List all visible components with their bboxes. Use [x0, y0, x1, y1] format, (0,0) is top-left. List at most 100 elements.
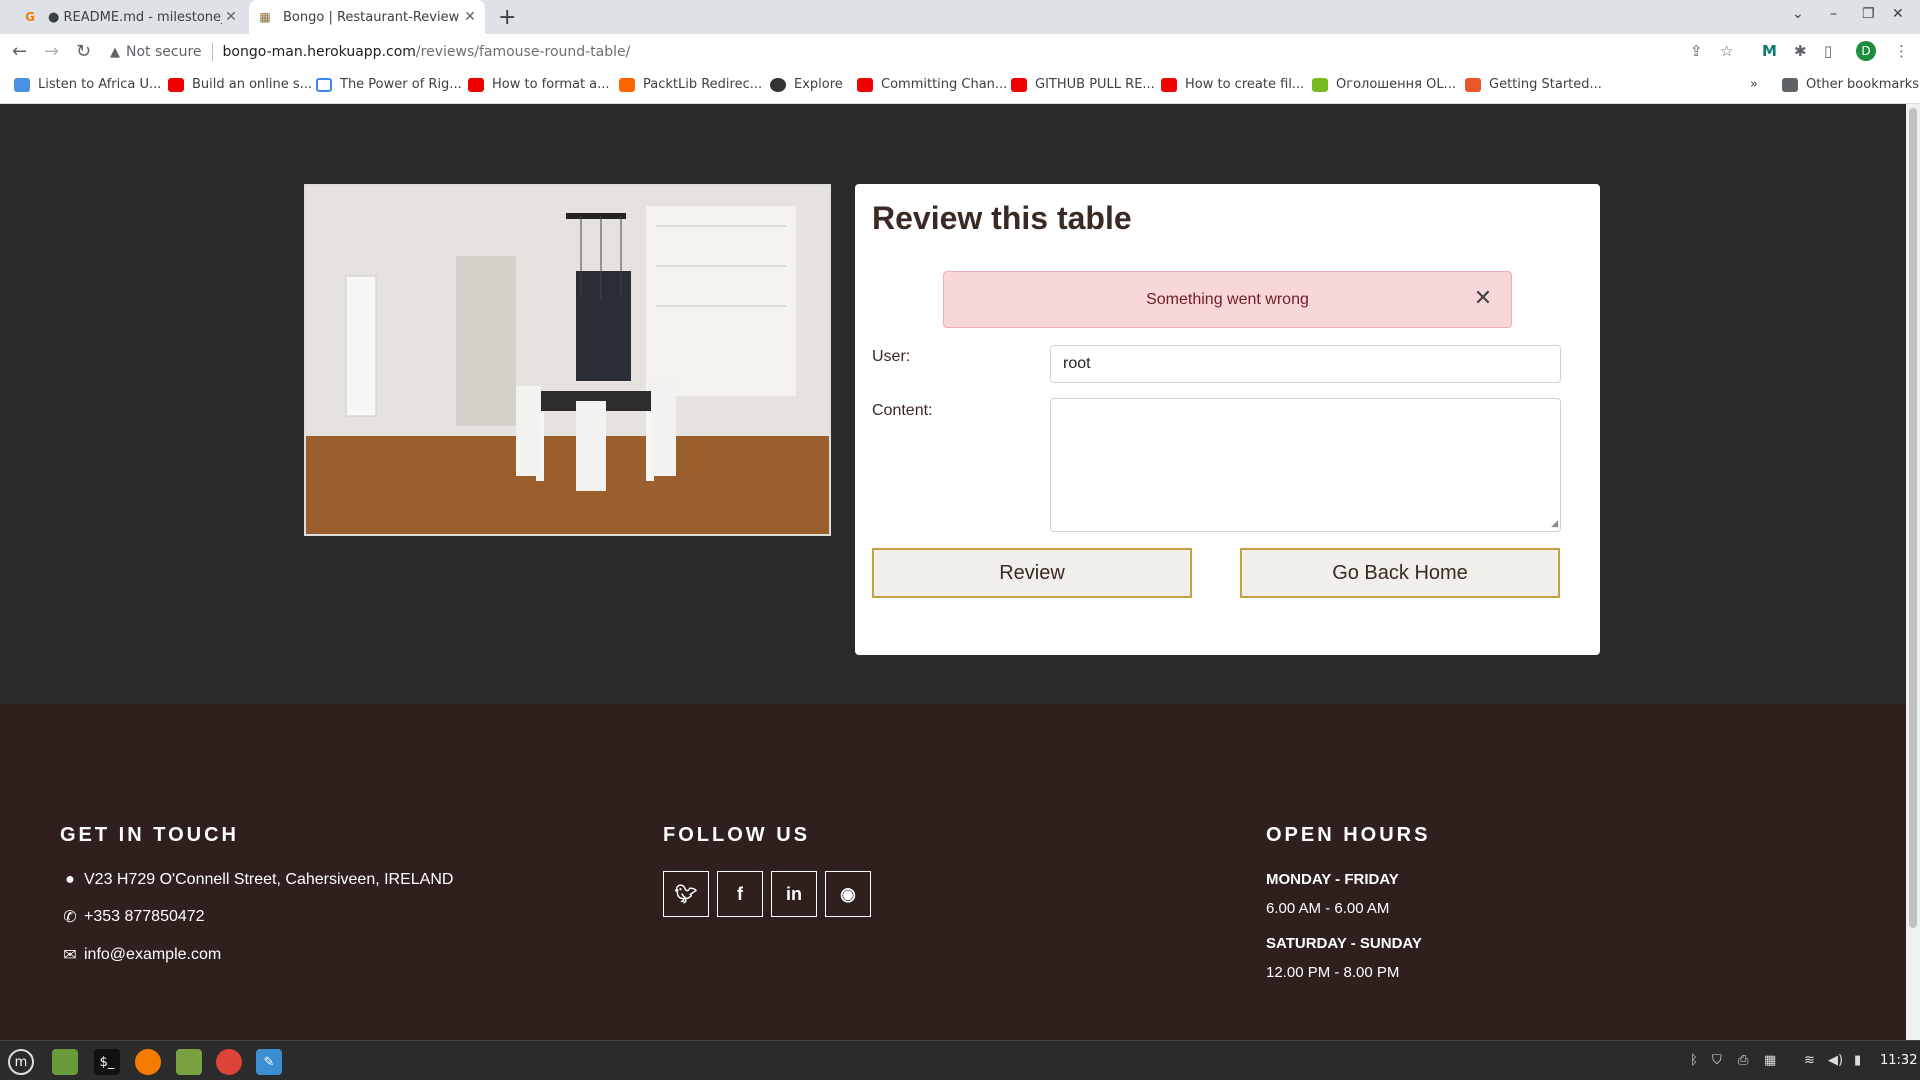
- printer-icon[interactable]: ⎙: [1738, 1053, 1748, 1068]
- bookmark-item[interactable]: Listen to Africa U...: [14, 77, 161, 92]
- bookmark-item[interactable]: Explore: [770, 77, 843, 92]
- side-panel-icon[interactable]: ▯: [1824, 42, 1832, 60]
- go-back-home-button[interactable]: Go Back Home: [1240, 548, 1560, 598]
- bookmark-item[interactable]: How to format a...: [468, 77, 610, 92]
- warning-icon: ▲: [110, 44, 120, 60]
- phone-text: +353 877850472: [84, 908, 205, 925]
- reload-icon[interactable]: ↻: [76, 41, 91, 62]
- bookmark-item[interactable]: How to create fil...: [1161, 77, 1304, 92]
- content-textarea[interactable]: ◢: [1050, 398, 1561, 532]
- files-icon[interactable]: [176, 1049, 202, 1075]
- close-icon[interactable]: ✕: [1471, 285, 1495, 310]
- dining-room-image: [306, 186, 829, 534]
- extensions-puzzle-icon[interactable]: ✱: [1794, 42, 1807, 60]
- bookmark-label: Listen to Africa U...: [38, 77, 162, 92]
- user-field[interactable]: root: [1050, 345, 1561, 383]
- site-footer: GET IN TOUCH ● V23 H729 O'Connell Street…: [0, 704, 1906, 1040]
- clock[interactable]: 11:32: [1880, 1053, 1917, 1068]
- scrollbar-thumb[interactable]: [1909, 108, 1917, 928]
- review-card: Review this table Something went wrong ✕…: [855, 184, 1600, 655]
- phone-icon: ✆: [63, 909, 77, 926]
- user-value: root: [1063, 355, 1091, 372]
- battery-icon[interactable]: ▮: [1854, 1053, 1861, 1068]
- site-favicon-icon: ▦: [259, 10, 271, 24]
- volume-icon[interactable]: ◀): [1828, 1053, 1843, 1068]
- bookmark-item[interactable]: Committing Chan...: [857, 77, 1007, 92]
- error-alert: Something went wrong ✕: [943, 271, 1512, 328]
- contact-heading: GET IN TOUCH: [60, 824, 239, 846]
- tab-search-icon[interactable]: ⌄: [1792, 6, 1804, 22]
- youtube-icon: [468, 77, 484, 92]
- close-window-icon[interactable]: ✕: [1892, 6, 1904, 22]
- bookmark-item[interactable]: Build an online s...: [168, 77, 312, 92]
- bookmark-label: PacktLib Redirec...: [643, 77, 763, 92]
- menu-icon[interactable]: ⋮: [1894, 42, 1909, 60]
- content-label: Content:: [872, 402, 933, 419]
- bookmark-label: GITHUB PULL RE...: [1035, 77, 1155, 92]
- bookmark-label: The Power of Rig...: [340, 77, 462, 92]
- terminal-icon[interactable]: $_: [94, 1049, 120, 1075]
- email-line: ✉ info@example.com: [60, 945, 453, 965]
- bookmark-label: How to create fil...: [1185, 77, 1305, 92]
- bluetooth-icon[interactable]: ᛒ: [1690, 1053, 1698, 1068]
- user-label: User:: [872, 348, 911, 365]
- extension-icon[interactable]: M: [1762, 42, 1777, 60]
- close-tab-icon[interactable]: ✕: [461, 9, 479, 25]
- tab-bongo[interactable]: ▦ Bongo | Restaurant-Review ✕: [249, 0, 485, 34]
- tab-title: Bongo | Restaurant-Review: [283, 9, 460, 25]
- bookmark-label: Explore: [794, 77, 843, 92]
- address-bar[interactable]: ▲ Not secure bongo-man.herokuapp.com /re…: [110, 37, 1830, 67]
- desktop-icon[interactable]: [52, 1049, 78, 1075]
- close-tab-icon[interactable]: ✕: [222, 9, 240, 25]
- facebook-icon[interactable]: f: [717, 871, 763, 917]
- table-photo: [304, 184, 831, 536]
- new-tab-icon[interactable]: +: [498, 5, 516, 30]
- menu-start-icon[interactable]: m: [8, 1049, 34, 1075]
- more-bookmarks-icon[interactable]: »: [1750, 77, 1758, 92]
- twitter-icon[interactable]: 🐦︎: [663, 871, 709, 917]
- keyboard-layout-flag-icon[interactable]: ▦: [1764, 1053, 1776, 1068]
- bookmark-item[interactable]: Оголошення OL...: [1312, 77, 1456, 92]
- globe-icon: [770, 77, 786, 92]
- bookmark-favicon-icon: [14, 77, 30, 92]
- linkedin-icon[interactable]: in: [771, 871, 817, 917]
- profile-avatar[interactable]: D: [1856, 41, 1876, 61]
- bookmark-item[interactable]: PacktLib Redirec...: [619, 77, 762, 92]
- bookmark-star-icon[interactable]: ☆: [1720, 42, 1733, 60]
- gitpod-icon: G: [25, 10, 35, 24]
- address-line: ● V23 H729 O'Connell Street, Cahersiveen…: [60, 871, 453, 889]
- other-bookmarks[interactable]: Other bookmarks: [1782, 77, 1919, 92]
- folder-icon: [1782, 77, 1798, 92]
- tab-strip: G ● README.md - milestone_pr ✕ ▦ Bongo |…: [0, 0, 1920, 34]
- bookmark-item[interactable]: GITHUB PULL RE...: [1011, 77, 1155, 92]
- social-links: 🐦︎ f in ◉: [663, 871, 871, 917]
- shield-icon[interactable]: ⛉: [1712, 1053, 1722, 1068]
- tab-readme[interactable]: G ● README.md - milestone_pr ✕: [14, 0, 246, 34]
- wifi-icon[interactable]: ≋: [1804, 1053, 1815, 1068]
- bookmarks-bar: Listen to Africa U... Build an online s.…: [0, 70, 1920, 104]
- bookmark-item[interactable]: Getting Started...: [1465, 77, 1602, 92]
- back-icon[interactable]: ←: [12, 41, 27, 62]
- url-host: bongo-man.herokuapp.com: [222, 44, 416, 60]
- chrome-icon[interactable]: [216, 1049, 242, 1075]
- minimize-icon[interactable]: –: [1830, 6, 1837, 22]
- forward-icon[interactable]: →: [44, 41, 59, 62]
- security-status: Not secure: [126, 44, 202, 60]
- github-icon[interactable]: ◉: [825, 871, 871, 917]
- resize-handle-icon[interactable]: ◢: [1551, 519, 1558, 529]
- tab-title: ● README.md - milestone_pr: [48, 9, 222, 25]
- share-icon[interactable]: ⇪: [1690, 42, 1703, 60]
- weekday-label: MONDAY - FRIDAY: [1266, 871, 1399, 888]
- maximize-icon[interactable]: ❐: [1862, 6, 1875, 22]
- bookmark-label: Getting Started...: [1489, 77, 1602, 92]
- youtube-icon: [1011, 77, 1027, 92]
- firefox-icon[interactable]: [135, 1049, 161, 1075]
- page-title: Review this table: [872, 200, 1132, 236]
- bookmark-item[interactable]: The Power of Rig...: [316, 77, 462, 92]
- google-icon: [316, 77, 332, 92]
- text-editor-icon[interactable]: ✎: [256, 1049, 282, 1075]
- review-button[interactable]: Review: [872, 548, 1192, 598]
- hours-section: OPEN HOURS MONDAY - FRIDAY 6.00 AM - 6.0…: [1266, 824, 1430, 999]
- scrollbar[interactable]: [1906, 104, 1920, 1040]
- packt-icon: [619, 77, 635, 92]
